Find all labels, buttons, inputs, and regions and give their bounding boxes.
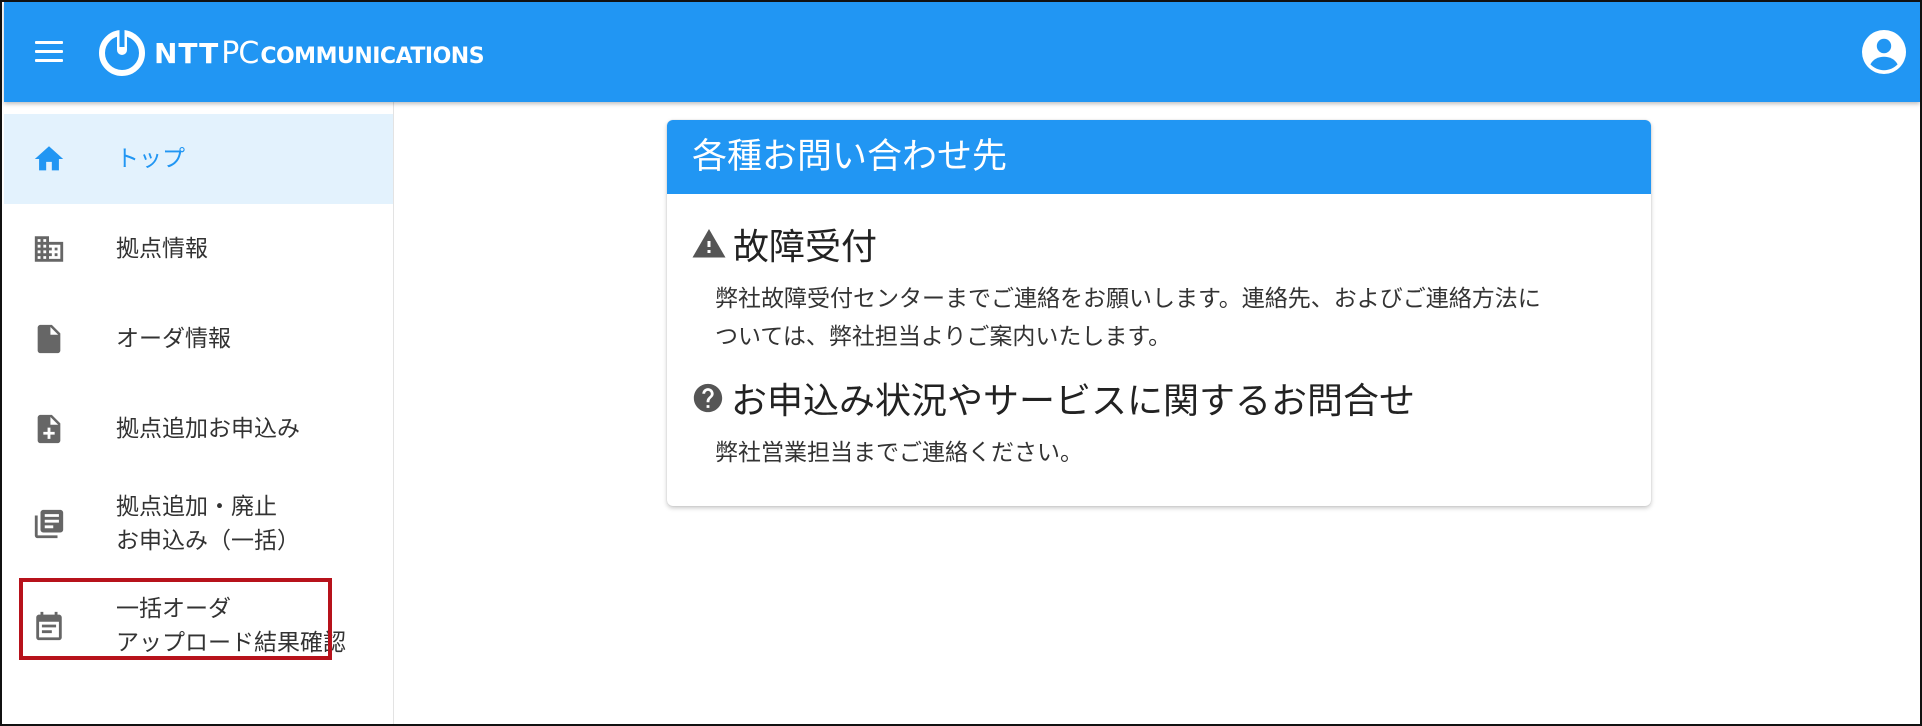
sidebar-item-site-info[interactable]: 拠点情報: [4, 204, 393, 294]
sidebar-item-bulk-upload-result[interactable]: 一括オーダ アップロード結果確認: [4, 574, 393, 674]
section-body-line-2: ついては、弊社担当よりご案内いたします。: [715, 324, 1172, 350]
calendar-text-icon: [36, 611, 62, 641]
home-icon: [34, 146, 64, 171]
sidebar-item-order-info[interactable]: オーダ情報: [4, 294, 393, 384]
logo-communications-text: COMMUNICATIONS: [260, 43, 485, 69]
logo-ntt-text: NTT: [154, 36, 220, 70]
menu-icon-bar-bottom: [35, 59, 63, 62]
logo-wordmark: NTT PC COMMUNICATIONS: [154, 35, 485, 71]
sidebar-item-label-line-2: お申込み（一括）: [116, 528, 300, 554]
sidebar-item-label: オーダ情報: [116, 326, 231, 352]
account-circle-icon[interactable]: [1860, 28, 1908, 76]
app-bar: NTT PC COMMUNICATIONS: [4, 2, 1920, 102]
contact-info-card: 各種お問い合わせ先 故障受付 弊社故障受付センターまでご連絡をお願いします。連絡…: [667, 120, 1651, 506]
sidebar-item-label: 拠点情報: [116, 236, 208, 262]
document-plus-icon: [37, 414, 61, 444]
sidebar-item-label-line-1: 拠点追加・廃止: [116, 494, 277, 520]
section-body-inquiries: 弊社営業担当までご連絡ください。: [715, 434, 1635, 472]
section-body-fault-reception: 弊社故障受付センターまでご連絡をお願いします。連絡先、およびご連絡方法に ついて…: [715, 280, 1635, 356]
menu-button[interactable]: [30, 36, 70, 68]
sidebar-item-label-line-2: アップロード結果確認: [116, 630, 346, 656]
section-title-inquiries: お申込み状況やサービスに関するお問合せ: [691, 372, 1415, 424]
section-title-text: 故障受付: [733, 227, 878, 268]
section-title-fault-reception: 故障受付: [691, 218, 877, 270]
sidebar-item-label-line-1: 一括オーダ: [116, 596, 231, 622]
app-window: NTT PC COMMUNICATIONS トップ 拠点情報 オーダ情報 拠点追…: [0, 0, 1922, 726]
sidebar-item-label: 一括オーダ アップロード結果確認: [116, 592, 346, 660]
card-title: 各種お問い合わせ先: [667, 120, 1651, 194]
section-body-line-1: 弊社故障受付センターまでご連絡をお願いします。連絡先、およびご連絡方法に: [715, 286, 1541, 312]
sidebar-item-label: 拠点追加・廃止 お申込み（一括）: [116, 490, 300, 558]
ntt-logo-mark-icon: [99, 29, 145, 76]
sidebar-item-bulk-site-add-remove[interactable]: 拠点追加・廃止 お申込み（一括）: [4, 474, 393, 574]
logo-pc-text: PC: [221, 35, 259, 71]
sidebar-navigation: トップ 拠点情報 オーダ情報 拠点追加お申込み 拠点追加・廃止 お申込み（一括）…: [4, 102, 394, 724]
document-icon: [37, 324, 61, 354]
help-circle-icon: [693, 383, 723, 413]
sidebar-item-label: トップ: [116, 146, 185, 172]
sidebar-item-top[interactable]: トップ: [4, 114, 393, 204]
section-title-text: お申込み状況やサービスに関するお問合せ: [731, 381, 1416, 422]
menu-icon-bar-top: [35, 41, 63, 44]
section-body-line-1: 弊社営業担当までご連絡ください。: [715, 440, 1083, 466]
sidebar-item-label: 拠点追加お申込み: [116, 416, 300, 442]
ntt-pc-communications-logo[interactable]: NTT PC COMMUNICATIONS: [98, 28, 485, 78]
menu-icon-bar-middle: [35, 50, 63, 53]
library-books-icon: [34, 509, 64, 539]
warning-icon: [692, 229, 726, 258]
building-icon: [34, 236, 64, 262]
sidebar-item-site-add-request[interactable]: 拠点追加お申込み: [4, 384, 393, 474]
